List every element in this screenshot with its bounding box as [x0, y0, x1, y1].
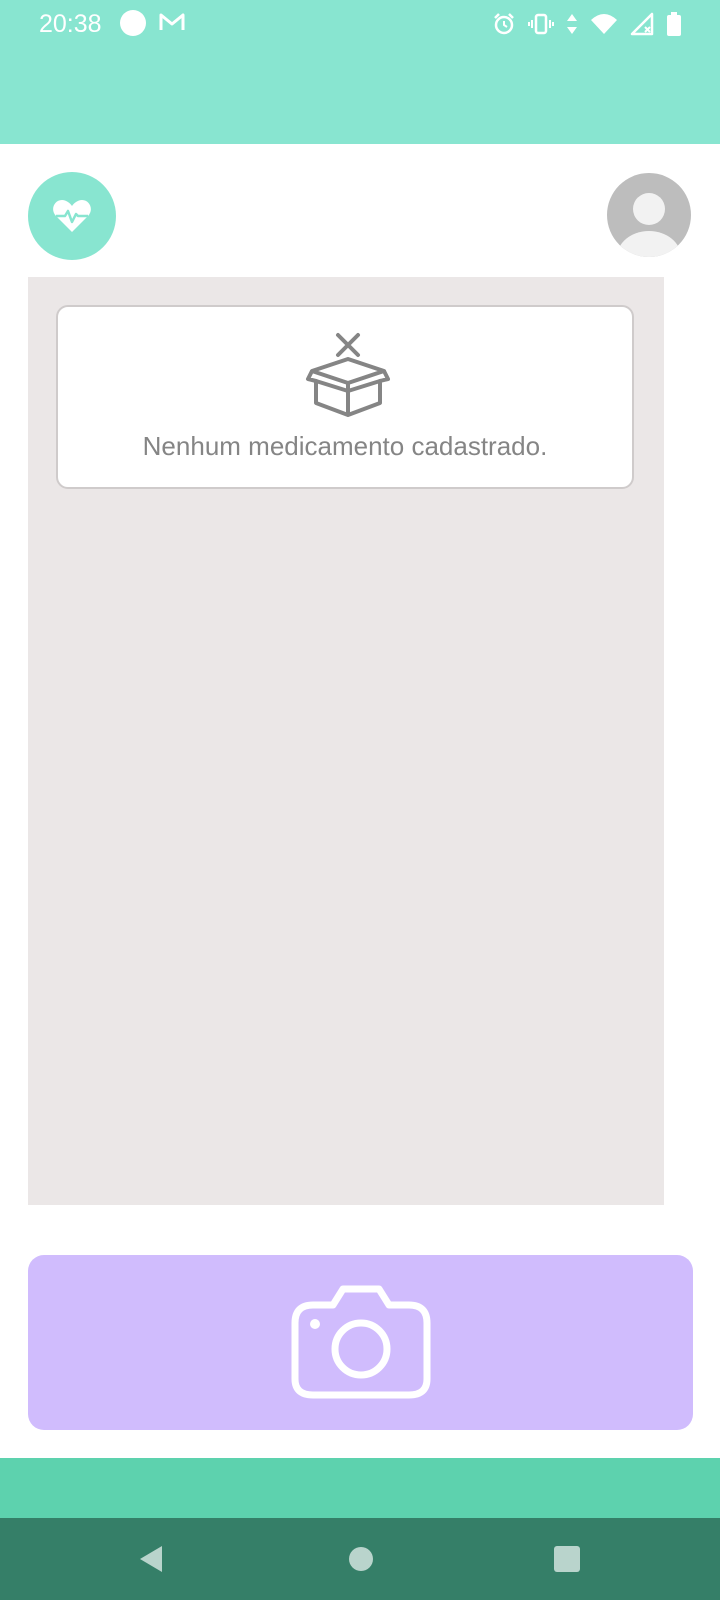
status-bar: 20:38	[0, 0, 720, 144]
camera-icon	[291, 1281, 431, 1404]
recents-icon[interactable]	[517, 1518, 617, 1600]
alarm-icon	[492, 12, 516, 36]
status-time: 20:38	[39, 10, 102, 38]
camera-button[interactable]	[28, 1255, 693, 1430]
wifi-icon	[590, 12, 618, 36]
user-avatar-icon[interactable]	[607, 173, 691, 257]
data-arrows-icon	[566, 12, 578, 36]
system-nav-bar	[0, 1518, 720, 1600]
status-icons	[492, 8, 682, 40]
gmail-icon	[158, 10, 186, 34]
vibrate-icon	[528, 12, 554, 36]
bottom-band	[0, 1458, 720, 1518]
medication-list: Nenhum medicamento cadastrado.	[28, 277, 664, 1205]
notification-dot-icon	[120, 10, 146, 36]
signal-icon	[630, 12, 654, 36]
empty-state-card: Nenhum medicamento cadastrado.	[56, 305, 634, 489]
empty-message: Nenhum medicamento cadastrado.	[142, 431, 548, 461]
empty-box-icon	[304, 331, 392, 417]
battery-icon	[666, 11, 682, 37]
heart-pulse-icon	[28, 172, 116, 260]
home-icon[interactable]	[311, 1518, 411, 1600]
back-icon[interactable]	[101, 1518, 201, 1600]
